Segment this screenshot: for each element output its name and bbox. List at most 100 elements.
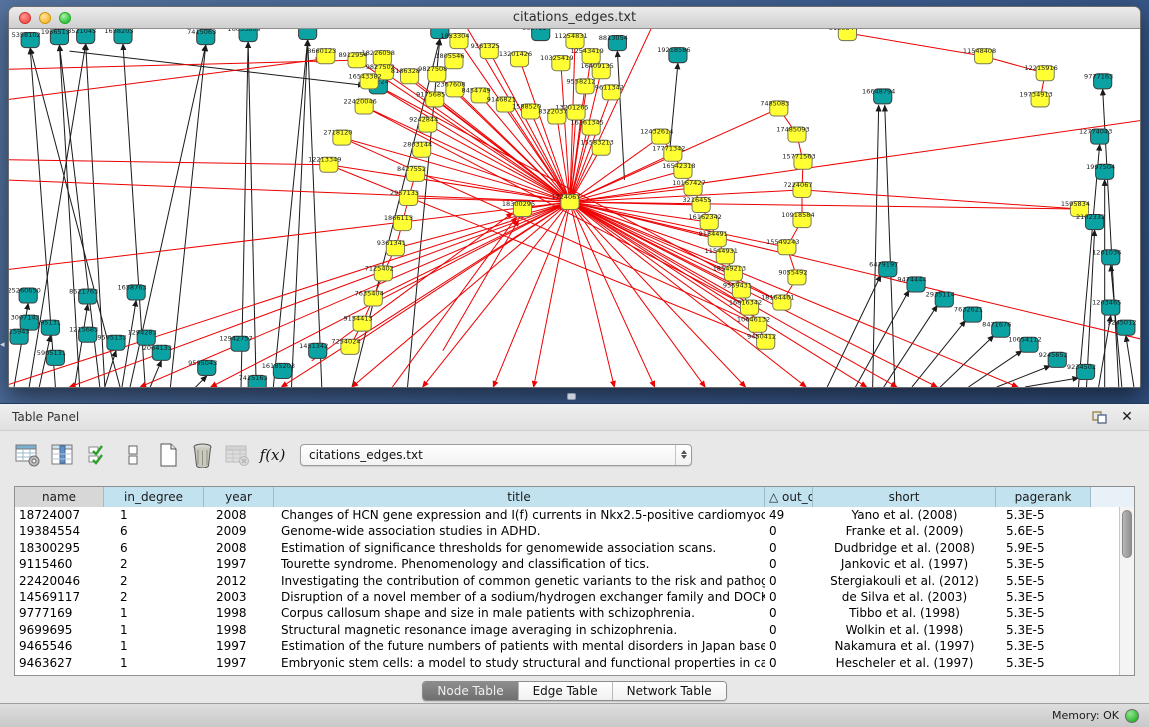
new-document-icon[interactable] [154,441,181,468]
graph-node[interactable]: 16816342 [729,299,762,316]
table-cell[interactable]: Dudbridge et al. (2008) [813,540,996,556]
tab-node-table[interactable]: Node Table [423,682,518,700]
graph-node[interactable]: 10918584 [781,211,814,228]
table-cell[interactable]: 5.3E-5 [996,605,1091,621]
table-cell[interactable]: 6 [104,540,204,556]
network-graph[interactable]: 5358102195651385210431658203741506316033… [9,29,1140,387]
table-cell[interactable]: Changes of HCN gene expression and I(f) … [274,507,765,523]
graph-node[interactable]: 9558212 [566,77,595,94]
table-cell[interactable]: 18300295 [15,540,104,556]
graph-node[interactable]: 19611342 [591,83,624,100]
table-cell[interactable]: 5.6E-5 [996,523,1091,539]
zoom-window-button[interactable] [59,12,71,24]
row-height-icon[interactable] [119,441,146,468]
graph-node[interactable]: 9055492 [778,268,807,285]
graph-node[interactable]: 7632621 [954,306,983,323]
graph-node[interactable]: 2957133 [390,189,419,206]
table-cell[interactable]: 0 [765,589,813,605]
table-cell[interactable]: 0 [765,622,813,638]
table-cell[interactable]: 9115460 [15,556,104,572]
graph-node[interactable]: 5358102 [12,31,41,48]
table-scrollbar[interactable] [1119,507,1134,675]
graph-node[interactable]: 11544931 [705,247,738,264]
graph-node[interactable]: 25260650 [9,286,41,303]
graph-node[interactable]: 9361341 [377,239,406,256]
tab-network-table[interactable]: Network Table [613,682,726,700]
graph-node[interactable]: 2102332 [1076,213,1105,230]
memory-status-indicator-icon[interactable] [1125,709,1139,723]
graph-node[interactable]: 9154491 [699,230,728,247]
graph-node[interactable]: 2803144 [403,141,432,158]
graph-node[interactable]: 8521763 [69,287,98,304]
graph-node[interactable]: 16162342 [689,213,722,230]
table-cell[interactable]: 2008 [204,540,274,556]
graph-node[interactable]: 8130544 [829,29,858,41]
graph-node[interactable]: 1294283 [128,329,157,346]
graph-node[interactable]: 1997504 [1086,163,1115,180]
table-cell[interactable]: 9699695 [15,622,104,638]
graph-node[interactable]: 11548408 [963,47,996,64]
table-cell[interactable]: 2 [104,556,204,572]
table-cell[interactable]: 0 [765,605,813,621]
table-scrollbar-thumb[interactable] [1122,510,1132,558]
graph-node[interactable]: 9474444 [897,275,926,292]
graph-node[interactable]: 13201426 [499,50,532,67]
graph-node[interactable]: 1853304 [440,32,469,49]
table-cell[interactable]: Genome-wide association studies in ADHD. [274,523,765,539]
table-cell[interactable]: 0 [765,638,813,654]
graph-node[interactable]: 8471676 [982,321,1011,338]
table-cell[interactable]: Jankovic et al. (1997) [813,556,996,572]
minimize-window-button[interactable] [39,12,51,24]
table-cell[interactable]: Corpus callosum shape and size in male p… [274,605,765,621]
close-panel-icon[interactable]: ✕ [1117,408,1137,426]
graph-node[interactable]: 15771563 [782,153,815,170]
table-cell[interactable]: 2003 [204,589,274,605]
table-cell[interactable]: 1 [104,507,204,523]
table-cell[interactable]: 2009 [204,523,274,539]
table-cell[interactable]: 18724007 [15,507,104,523]
table-cell[interactable]: 5.3E-5 [996,556,1091,572]
graph-node[interactable]: 17771342 [652,145,685,162]
graph-node[interactable]: 12942757 [219,335,252,352]
table-cell[interactable]: 5.3E-5 [996,507,1091,523]
table-row[interactable]: 969969511998Structural magnetic resonanc… [15,622,1119,638]
select-rows-icon[interactable] [84,441,111,468]
graph-node[interactable]: 19734913 [1019,90,1052,107]
table-cell[interactable]: 22420046 [15,573,104,589]
table-settings-icon[interactable] [14,441,41,468]
table-cell[interactable]: 1997 [204,655,274,671]
graph-node[interactable]: 12215916 [1024,64,1057,81]
table-cell[interactable]: 19384554 [15,523,104,539]
graph-node[interactable]: 16543382 [348,72,381,89]
graph-node[interactable]: 7125402 [365,264,394,281]
graph-node[interactable]: 3315943 [9,328,30,345]
graph-node[interactable]: 7224067 [783,181,812,198]
graph-node[interactable]: 16542318 [662,162,695,179]
delete-trash-icon[interactable] [189,441,216,468]
table-cell[interactable]: 5.3E-5 [996,589,1091,605]
table-row[interactable]: 946554611997Estimation of the future num… [15,638,1119,654]
graph-node[interactable]: 9595043 [188,359,217,376]
column-header-name[interactable]: name [15,487,104,507]
graph-node[interactable]: 9777163 [1084,72,1113,89]
graph-node[interactable]: 7635404 [355,289,384,306]
table-cell[interactable]: Stergiakouli et al. (2012) [813,573,996,589]
table-cell[interactable]: 1998 [204,605,274,621]
graph-node[interactable]: 12432614 [640,128,673,145]
graph-node[interactable]: 10325419 [540,54,573,71]
table-cell[interactable]: Investigating the contribution of common… [274,573,765,589]
table-cell[interactable]: 1 [104,655,204,671]
table-row[interactable]: 1938455462009Genome-wide association stu… [15,523,1119,539]
function-builder-icon[interactable]: f(x) [259,441,286,468]
table-cell[interactable]: 6 [104,523,204,539]
table-cell[interactable]: Nakamura et al. (1997) [813,638,996,654]
table-cell[interactable]: 5.5E-5 [996,573,1091,589]
table-row[interactable]: 1830029562008Estimation of significance … [15,540,1119,556]
table-cell[interactable]: 2 [104,573,204,589]
table-cell[interactable]: 1998 [204,622,274,638]
table-cell[interactable]: Estimation of significance thresholds fo… [274,540,765,556]
table-cell[interactable]: 49 [765,507,813,523]
float-panel-icon[interactable] [1089,408,1109,426]
table-cell[interactable]: 2008 [204,507,274,523]
graph-node[interactable]: 8637224 [522,29,551,41]
